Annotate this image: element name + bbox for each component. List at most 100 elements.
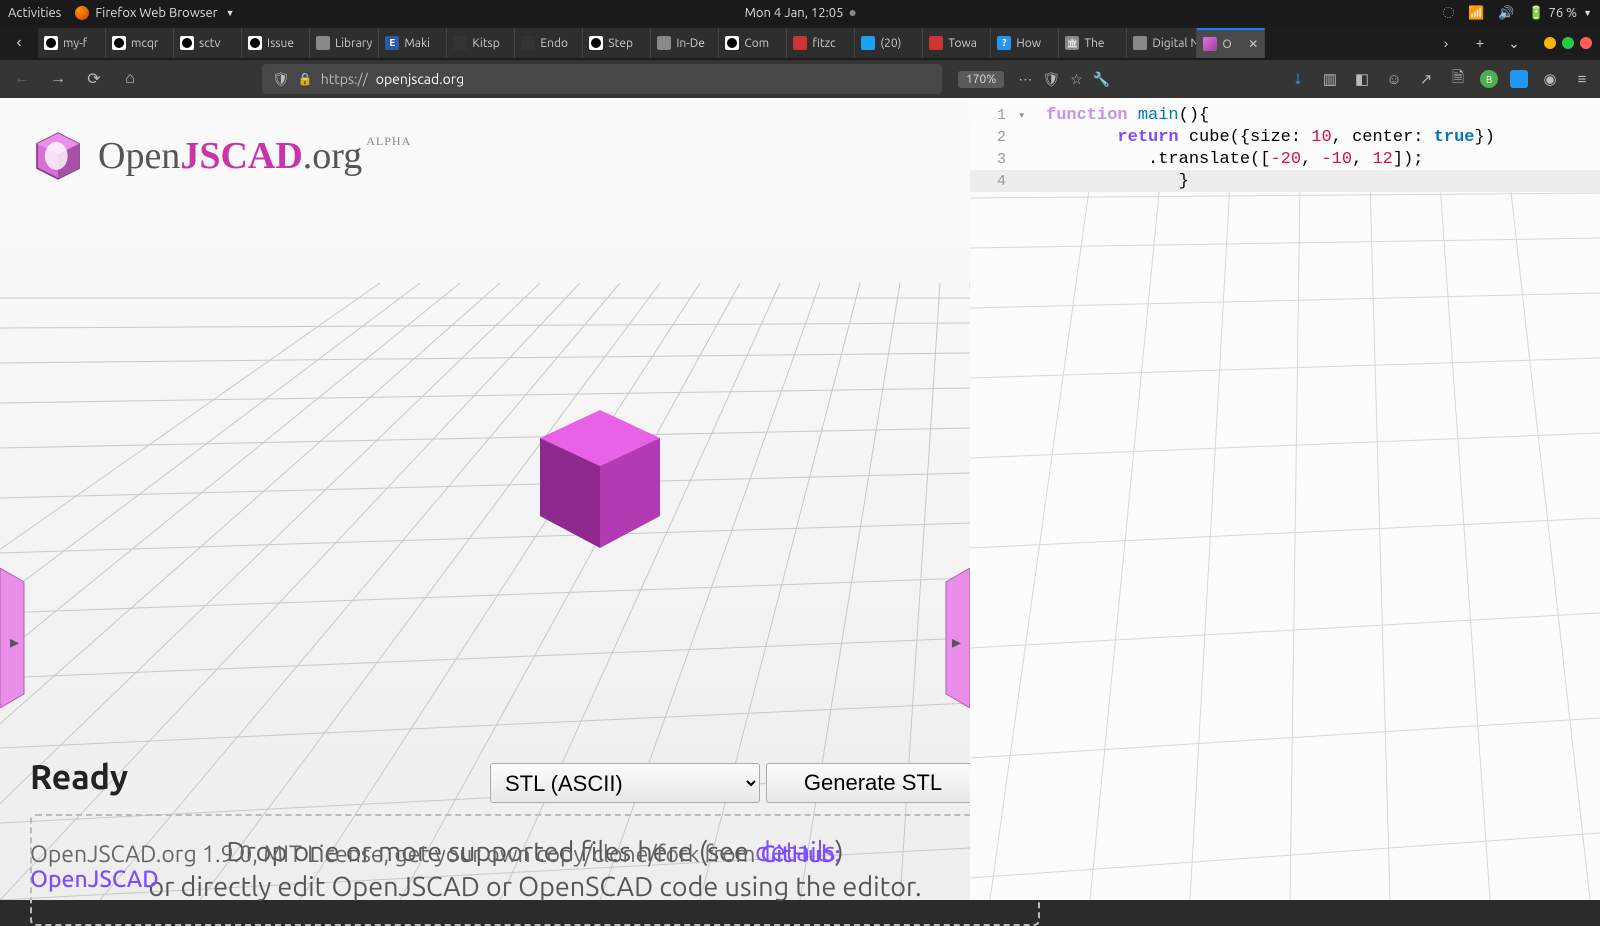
tab-label: fitzc bbox=[812, 37, 835, 50]
library-icon[interactable]: ▥ bbox=[1320, 69, 1340, 89]
tab-label: O bbox=[1222, 38, 1231, 51]
code-line-3[interactable]: 3 .translate([-20, -10, 12]); bbox=[970, 148, 1600, 170]
tab-label: How bbox=[1016, 37, 1041, 50]
tab-label: Kitsp bbox=[472, 37, 499, 50]
export-format-select[interactable]: STL (ASCII) bbox=[490, 763, 760, 803]
editor-grid-bg bbox=[970, 98, 1600, 900]
minimize-button[interactable] bbox=[1544, 37, 1556, 49]
code-line-1[interactable]: 1▾ function main(){ bbox=[970, 104, 1600, 126]
logo-icon bbox=[30, 128, 86, 184]
sidebar-icon[interactable]: ◧ bbox=[1352, 69, 1372, 89]
code-line-2[interactable]: 2 return cube({size: 10, center: true}) bbox=[970, 126, 1600, 148]
line-number: 3 bbox=[997, 151, 1006, 168]
extension-badge-2[interactable] bbox=[1510, 70, 1528, 88]
favicon bbox=[657, 36, 671, 50]
footer: OpenJSCAD.org 1.9.0, MIT License, get yo… bbox=[30, 842, 970, 892]
tab-label: Endo bbox=[540, 37, 568, 50]
bookmark-star-icon[interactable]: ☆ bbox=[1070, 71, 1083, 88]
logo: OpenJSCAD.orgALPHA bbox=[30, 128, 411, 184]
shield-icon[interactable]: 🛡 bbox=[272, 71, 290, 88]
lock-icon[interactable]: 🔒 bbox=[298, 72, 313, 86]
tab-label: Step bbox=[608, 37, 633, 50]
browser-tab[interactable]: fitzc bbox=[787, 28, 855, 58]
downloads-icon[interactable]: ⭣ bbox=[1288, 69, 1308, 89]
fold-icon[interactable]: ▾ bbox=[1019, 111, 1024, 121]
url-scheme: https:// bbox=[321, 71, 368, 87]
reader-mode-icon[interactable]: 🛡 bbox=[1042, 71, 1060, 88]
code-editor[interactable]: 1▾ function main(){ 2 return cube({size:… bbox=[970, 98, 1600, 900]
status-label: Ready bbox=[30, 758, 128, 796]
browser-tab[interactable]: Step bbox=[583, 28, 651, 58]
firefox-icon bbox=[75, 6, 89, 20]
tab-label: Library bbox=[335, 37, 372, 50]
close-window-button[interactable] bbox=[1580, 37, 1592, 49]
battery-indicator[interactable]: 🔋 76 % ▼ bbox=[1528, 6, 1592, 21]
extension-badge-1[interactable]: B bbox=[1480, 70, 1498, 88]
tab-scroll-right[interactable]: › bbox=[1434, 31, 1458, 55]
browser-tab[interactable]: Kitsp bbox=[447, 28, 515, 58]
clock[interactable]: Mon 4 Jan, 12:05 bbox=[745, 6, 856, 20]
zoom-indicator[interactable]: 170% bbox=[958, 71, 1004, 88]
app-menu-label: Firefox Web Browser bbox=[95, 6, 217, 20]
favicon: 🏛 bbox=[1065, 36, 1079, 50]
browser-tab[interactable]: (20) bbox=[855, 28, 923, 58]
favicon: ? bbox=[997, 36, 1011, 50]
back-button[interactable]: ← bbox=[8, 65, 36, 93]
address-bar[interactable]: 🛡 🔒 https://openjscad.org bbox=[262, 64, 942, 94]
activities-button[interactable]: Activities bbox=[8, 6, 61, 20]
tab-label: Com bbox=[744, 37, 769, 50]
browser-tab-bar: ‹ my-f mcqr sctvIssue Library EMaki Kitsp Endo… bbox=[0, 26, 1600, 60]
line-number: 1 bbox=[997, 107, 1006, 124]
code-line-4[interactable]: 4 } bbox=[970, 170, 1600, 192]
browser-tab[interactable]: sctv bbox=[174, 28, 242, 58]
app-menu[interactable]: Firefox Web Browser ▼ bbox=[75, 6, 234, 20]
network-icon[interactable]: 📶 bbox=[1468, 6, 1484, 21]
browser-tab[interactable]: In-De bbox=[651, 28, 719, 58]
account-icon[interactable]: ☺ bbox=[1384, 69, 1404, 89]
clock-label: Mon 4 Jan, 12:05 bbox=[745, 6, 844, 20]
sync-icon[interactable]: ◌ bbox=[1443, 6, 1454, 20]
left-panel-handle[interactable]: ▸ bbox=[0, 568, 34, 708]
browser-tab[interactable]: Towa bbox=[923, 28, 991, 58]
browser-tab[interactable]: Library bbox=[310, 28, 379, 58]
close-tab-icon[interactable]: ✕ bbox=[1248, 37, 1258, 51]
reload-button[interactable]: ⟳ bbox=[80, 65, 108, 93]
extension-icon[interactable]: ◉ bbox=[1540, 69, 1560, 89]
browser-tab[interactable]: Digital N bbox=[1127, 28, 1197, 58]
notification-dot-icon bbox=[849, 10, 855, 16]
clipboard-icon[interactable]: 🗎 bbox=[1448, 69, 1468, 89]
browser-tab[interactable]: my-f bbox=[38, 28, 106, 58]
logo-text-suf: .org bbox=[303, 135, 362, 177]
browser-tab[interactable]: Issue bbox=[242, 28, 310, 58]
maximize-button[interactable] bbox=[1562, 37, 1574, 49]
right-panel-handle[interactable]: ▸ bbox=[936, 568, 970, 708]
browser-tab[interactable]: 🏛 The bbox=[1059, 28, 1127, 58]
browser-tab[interactable]: ? How bbox=[991, 28, 1059, 58]
svg-text:▸: ▸ bbox=[10, 632, 19, 652]
volume-icon[interactable]: 🔊 bbox=[1498, 6, 1514, 21]
browser-tab[interactable]: EMaki bbox=[379, 28, 447, 58]
tab-label: Digital N bbox=[1152, 37, 1197, 50]
browser-tab[interactable]: mcqr bbox=[106, 28, 174, 58]
logo-text-mid: JSCAD bbox=[180, 135, 302, 177]
all-tabs-button[interactable]: ⌄ bbox=[1502, 31, 1526, 55]
tab-label: Towa bbox=[948, 37, 977, 50]
browser-tab[interactable]: Endo bbox=[515, 28, 583, 58]
page-actions-icon[interactable]: ⋯ bbox=[1018, 71, 1032, 88]
tab-label: The bbox=[1084, 37, 1104, 50]
wrench-icon[interactable]: 🔧 bbox=[1093, 71, 1110, 88]
favicon bbox=[1133, 36, 1147, 50]
browser-tab[interactable]: O✕ bbox=[1197, 28, 1265, 58]
browser-tab[interactable]: Com bbox=[719, 28, 787, 58]
forward-button[interactable]: → bbox=[44, 65, 72, 93]
tab-history-back[interactable]: ‹ bbox=[6, 30, 32, 56]
home-button[interactable]: ⌂ bbox=[116, 65, 144, 93]
favicon bbox=[316, 36, 330, 50]
line-number: 2 bbox=[997, 129, 1006, 146]
generate-button[interactable]: Generate STL bbox=[766, 763, 980, 803]
hamburger-menu-icon[interactable]: ≡ bbox=[1572, 69, 1592, 89]
tab-label: mcqr bbox=[131, 37, 158, 50]
new-tab-button[interactable]: + bbox=[1468, 31, 1492, 55]
viewport-3d[interactable]: OpenJSCAD.orgALPHA ▸ ▸ Ready STL (ASCII)… bbox=[0, 98, 970, 900]
share-icon[interactable]: ↗ bbox=[1416, 69, 1436, 89]
